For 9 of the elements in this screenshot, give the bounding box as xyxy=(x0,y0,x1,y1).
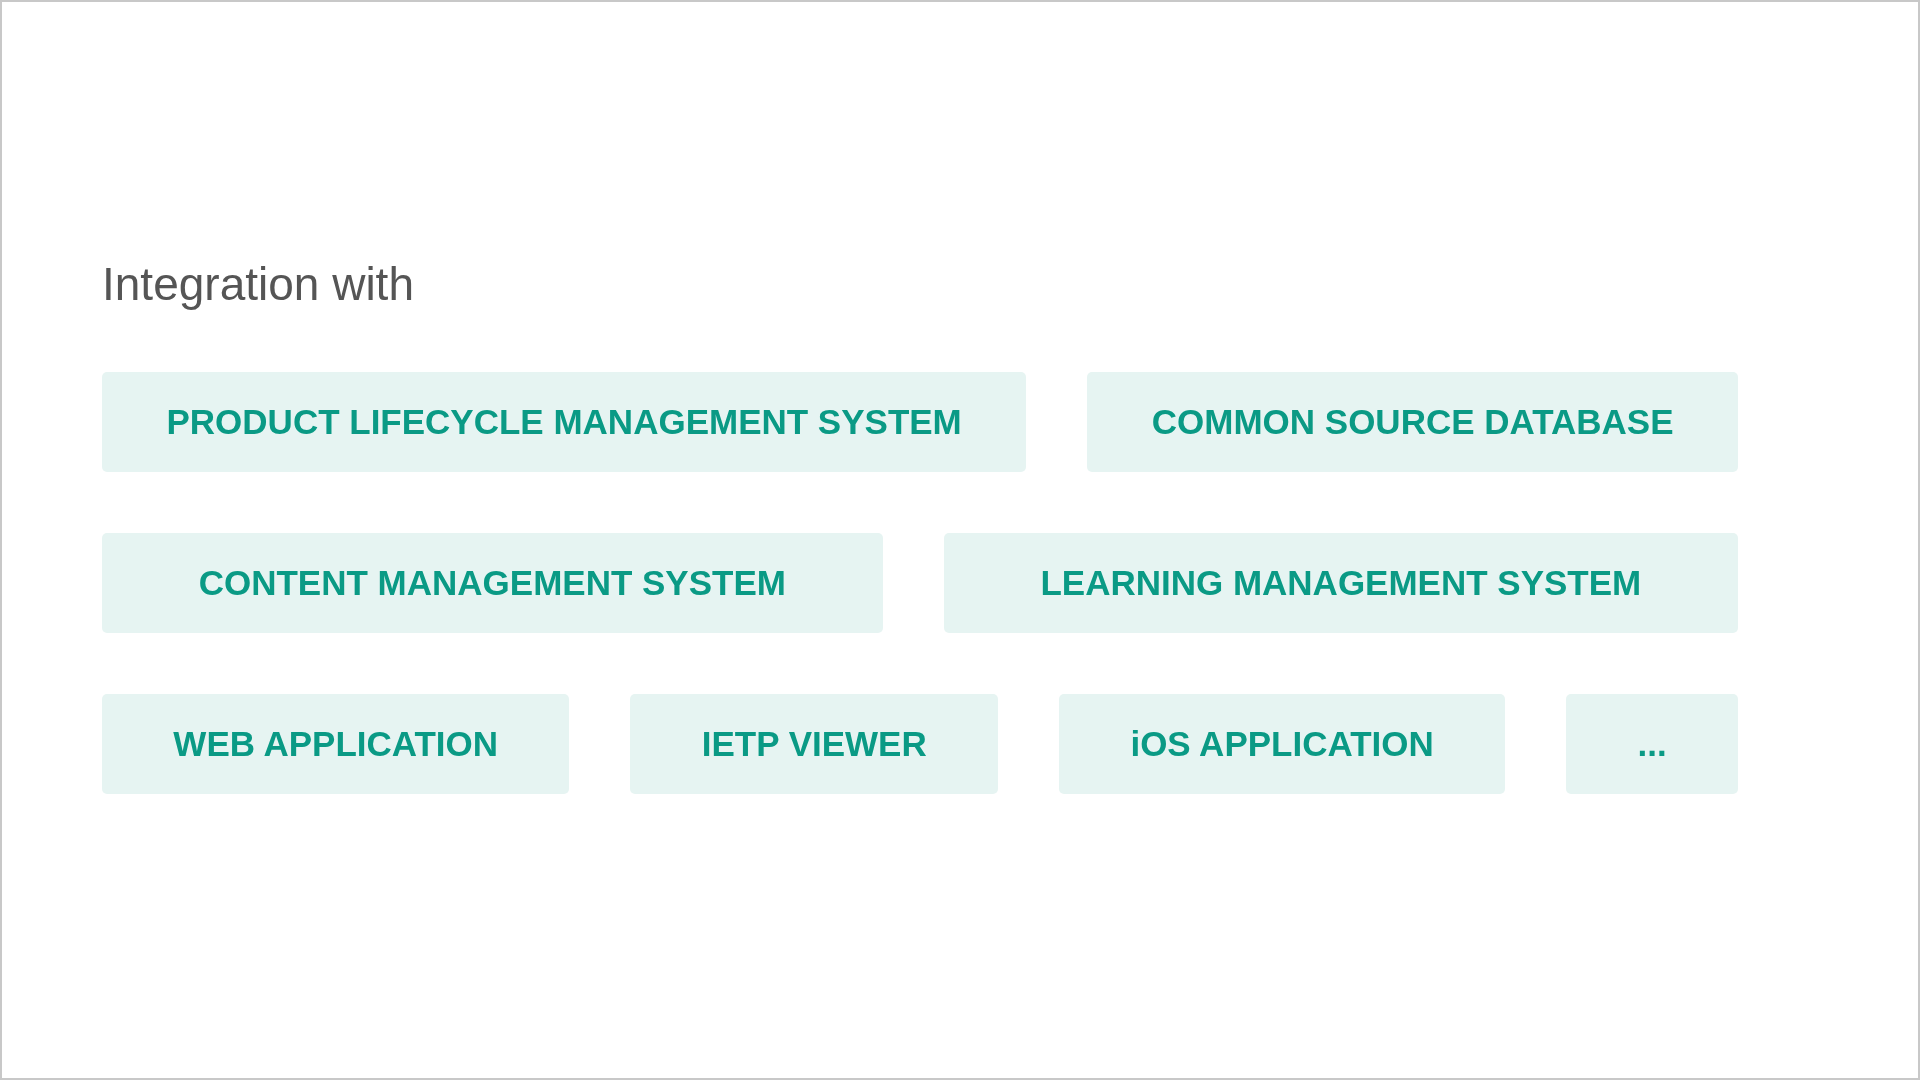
section-heading: Integration with xyxy=(102,257,415,312)
integration-tag: COMMON SOURCE DATABASE xyxy=(1087,372,1738,473)
integration-tag: ... xyxy=(1566,694,1738,795)
integration-tag: IETP VIEWER xyxy=(630,694,999,795)
integration-tag: CONTENT MANAGEMENT SYSTEM xyxy=(102,533,883,634)
integration-tag: WEB APPLICATION xyxy=(102,694,570,795)
integration-tag: iOS APPLICATION xyxy=(1059,694,1506,795)
integration-tag: LEARNING MANAGEMENT SYSTEM xyxy=(943,533,1738,634)
integration-tag: PRODUCT LIFECYCLE MANAGEMENT SYSTEM xyxy=(102,372,1027,473)
